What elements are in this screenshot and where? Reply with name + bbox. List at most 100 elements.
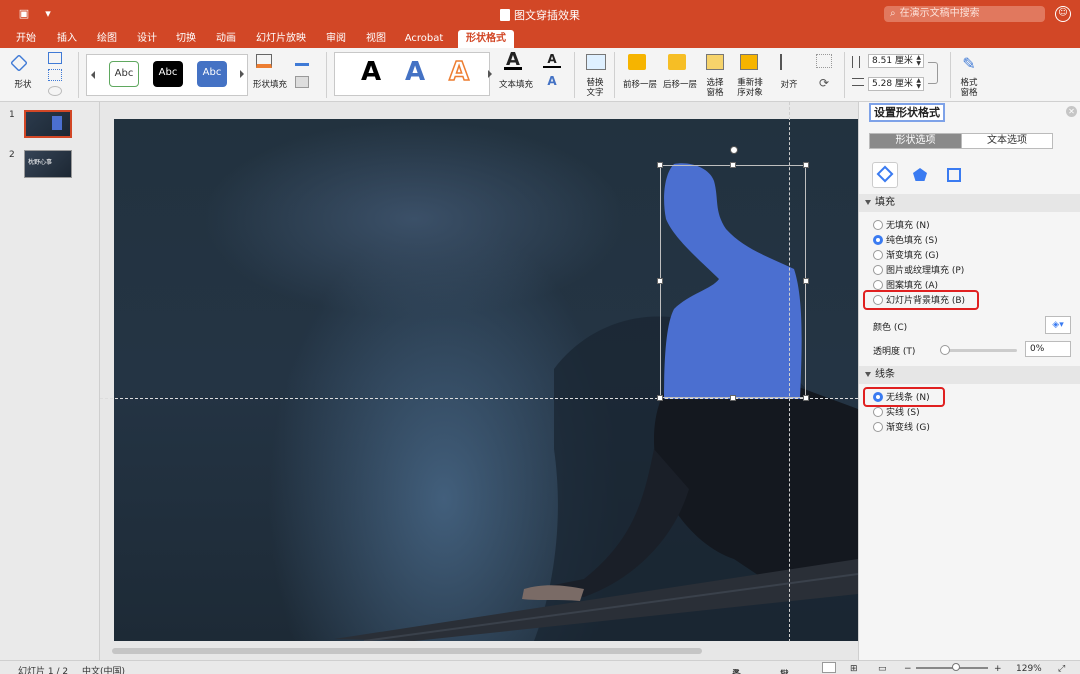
rotate-icon[interactable]: ⟳ <box>816 76 832 90</box>
slide-thumbnail-1[interactable] <box>24 110 72 138</box>
shape-outline-icon[interactable] <box>295 54 309 66</box>
transparency-slider-track[interactable] <box>943 349 1017 352</box>
resize-handle-top-left[interactable] <box>657 162 663 168</box>
radio-solid-line[interactable]: 实线 (S) <box>873 407 920 419</box>
style-outline[interactable]: Abc <box>109 61 139 87</box>
transparency-slider-thumb[interactable] <box>940 345 950 355</box>
alt-text-line2: 文字 <box>586 88 604 98</box>
resize-handle-right[interactable] <box>803 278 809 284</box>
edit-points-icon[interactable] <box>48 69 62 81</box>
reading-view-icon[interactable]: ▭ <box>878 664 887 674</box>
zoom-slider-thumb[interactable] <box>952 663 960 671</box>
effects-icon[interactable] <box>907 162 933 188</box>
line-section-header[interactable]: 线条 <box>859 366 1080 384</box>
radio-gradient-fill[interactable]: 渐变填充 (G) <box>873 250 939 262</box>
style-black[interactable]: Abc <box>153 61 183 87</box>
shape-effects-icon[interactable] <box>295 76 309 88</box>
slide-thumbnail-2[interactable]: 枕野心事 <box>24 150 72 178</box>
width-field[interactable]: 5.28 厘米 ▲ ▼ <box>868 77 924 91</box>
tab-transitions[interactable]: 切换 <box>171 30 201 48</box>
gallery-prev-icon[interactable] <box>91 71 95 79</box>
text-fill-icon[interactable]: A <box>504 51 522 70</box>
height-stepper-icon[interactable]: ▲ ▼ <box>916 55 921 67</box>
transparency-value: 0% <box>1030 344 1045 354</box>
shape-fill-icon[interactable] <box>256 54 272 68</box>
radio-circle <box>873 280 883 290</box>
reorder-objects-icon[interactable] <box>740 54 758 70</box>
width-value: 5.28 厘米 <box>872 79 913 89</box>
radio-circle <box>873 220 883 230</box>
wordart-next-icon[interactable] <box>488 70 492 78</box>
bring-forward-icon[interactable] <box>628 54 646 70</box>
search-input[interactable]: ⌕ 在演示文稿中搜索 <box>884 6 1045 22</box>
wordart-orange-outline[interactable]: A <box>445 56 473 88</box>
feedback-smiley-icon[interactable]: ☺ <box>1055 6 1071 22</box>
normal-view-icon[interactable] <box>822 662 836 673</box>
tab-home[interactable]: 开始 <box>10 30 42 48</box>
tab-acrobat[interactable]: Acrobat <box>402 30 446 48</box>
width-icon <box>852 78 864 86</box>
text-options-tab[interactable]: 文本选项 <box>961 133 1053 149</box>
lock-aspect-icon[interactable] <box>928 62 938 84</box>
tab-draw[interactable]: 绘图 <box>92 30 122 48</box>
radio-picture-fill[interactable]: 图片或纹理填充 (P) <box>873 265 964 277</box>
horizontal-scrollbar[interactable] <box>112 648 702 654</box>
wordart-gallery: A A A <box>334 52 490 96</box>
tab-review[interactable]: 审阅 <box>321 30 351 48</box>
alt-text-icon[interactable] <box>586 54 606 70</box>
selection-pane-icon[interactable] <box>706 54 724 70</box>
width-stepper-icon[interactable]: ▲ ▼ <box>916 78 921 90</box>
align-icon[interactable] <box>780 54 798 70</box>
zoom-out-icon[interactable]: − <box>904 664 912 674</box>
radio-solid-fill-label: 纯色填充 (S) <box>886 236 938 246</box>
transparency-field[interactable]: 0% <box>1025 341 1071 357</box>
tab-insert[interactable]: 插入 <box>52 30 82 48</box>
radio-no-fill[interactable]: 无填充 (N) <box>873 220 930 232</box>
group-icon[interactable] <box>816 54 832 68</box>
height-field[interactable]: 8.51 厘米 ▲ ▼ <box>868 54 924 68</box>
tab-slideshow[interactable]: 幻灯片放映 <box>252 30 310 48</box>
resize-handle-bottom-left[interactable] <box>657 395 663 401</box>
resize-handle-left[interactable] <box>657 278 663 284</box>
rotate-handle-icon[interactable] <box>730 146 738 154</box>
wordart-black[interactable]: A <box>357 57 385 87</box>
size-properties-icon[interactable] <box>941 162 967 188</box>
close-icon[interactable]: ✕ <box>1066 106 1077 117</box>
send-backward-label: 后移一层 <box>662 80 697 90</box>
tab-shape-format[interactable]: 形状格式 <box>458 30 514 48</box>
selection-box[interactable] <box>660 165 806 398</box>
text-outline-icon[interactable]: A <box>543 52 561 68</box>
resize-handle-bottom-right[interactable] <box>803 395 809 401</box>
radio-gradient-line[interactable]: 渐变线 (G) <box>873 422 930 434</box>
language-status[interactable]: 中文(中国) <box>82 664 125 674</box>
tab-design[interactable]: 设计 <box>132 30 162 48</box>
resize-handle-top-right[interactable] <box>803 162 809 168</box>
text-box-icon[interactable] <box>48 86 62 96</box>
resize-handle-top[interactable] <box>730 162 736 168</box>
edit-shape-icon[interactable] <box>48 52 62 64</box>
resize-handle-bottom[interactable] <box>730 395 736 401</box>
wordart-blue[interactable]: A <box>401 57 429 87</box>
document-icon <box>500 9 510 21</box>
bring-forward-label: 前移一层 <box>622 80 657 90</box>
slide-sorter-icon[interactable]: ⊞ <box>850 664 858 674</box>
gallery-next-icon[interactable] <box>240 70 244 78</box>
thumbnail-figure <box>52 116 62 130</box>
fill-line-icon[interactable] <box>872 162 898 188</box>
insert-shape-icon[interactable] <box>10 54 28 72</box>
fit-to-window-icon[interactable]: ⤢ <box>1058 664 1065 674</box>
zoom-level[interactable]: 129% <box>1016 664 1042 674</box>
zoom-in-icon[interactable]: + <box>994 664 1002 674</box>
send-backward-icon[interactable] <box>668 54 686 70</box>
text-effects-icon[interactable]: A <box>543 74 561 92</box>
fill-section-header[interactable]: 填充 <box>859 194 1080 212</box>
color-picker-button[interactable]: ◈▾ <box>1045 316 1071 334</box>
radio-solid-fill[interactable]: 纯色填充 (S) <box>873 235 938 247</box>
style-blue[interactable]: Abc <box>197 61 227 87</box>
format-pane-icon[interactable]: ✎ <box>960 54 978 73</box>
tab-view[interactable]: 视图 <box>361 30 391 48</box>
transparency-label: 透明度 (T) <box>873 347 916 357</box>
shape-label: 形状 <box>14 80 32 90</box>
tab-animations[interactable]: 动画 <box>211 30 241 48</box>
shape-options-tab[interactable]: 形状选项 <box>869 133 962 149</box>
